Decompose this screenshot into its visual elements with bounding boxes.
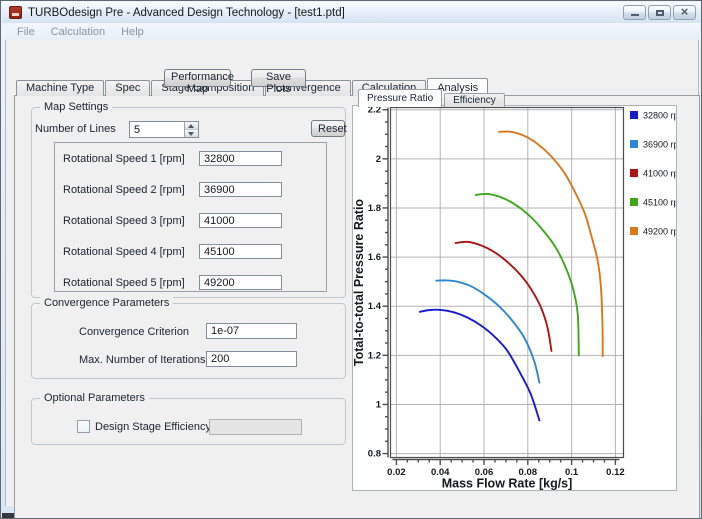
chart-tab-bar: Pressure RatioEfficiency (358, 89, 507, 107)
convergence-criterion-input[interactable] (206, 323, 297, 339)
spin-up-icon (188, 124, 194, 128)
rotational-speed-4-input[interactable] (199, 244, 282, 259)
tab-machine-type[interactable]: Machine Type (16, 80, 104, 96)
minimize-icon (631, 14, 639, 16)
legend-swatch (630, 169, 638, 177)
menu-bar: FileCalculationHelp (5, 23, 699, 40)
rotational-speed-1-label: Rotational Speed 1 [rpm] (63, 153, 185, 165)
x-axis (392, 460, 619, 466)
design-stage-efficiency-input (209, 419, 302, 435)
title-bar: TURBOdesign Pre - Advanced Design Techno… (2, 2, 701, 23)
series-45100-rpm (476, 194, 579, 355)
y-tick-label: 1.8 (368, 203, 381, 214)
plot-frame (391, 108, 624, 458)
tab-spec[interactable]: Spec (105, 80, 150, 96)
performance-chart-panel: 0.811.21.41.61.822.20.020.040.060.080.10… (352, 105, 677, 491)
close-icon (674, 6, 695, 19)
reset-button[interactable]: Reset (311, 120, 345, 137)
rotational-speed-3-input[interactable] (199, 213, 282, 228)
legend-label: 32800 rpm (643, 111, 676, 121)
x-axis-title: Mass Flow Rate [kg/s] (442, 477, 573, 491)
convergence-parameters-title: Convergence Parameters (40, 297, 173, 309)
maximize-icon (656, 10, 664, 16)
performance-map-button[interactable]: Performance Map (164, 69, 231, 87)
rotational-speed-2-input[interactable] (199, 182, 282, 197)
spin-down-button[interactable] (185, 129, 198, 137)
legend-label: 41000 rpm (643, 169, 676, 179)
rotational-speed-4-label: Rotational Speed 4 [rpm] (63, 246, 185, 258)
spin-down-icon (188, 132, 194, 136)
convergence-criterion-label: Convergence Criterion (79, 326, 189, 338)
app-icon (9, 6, 22, 19)
optional-parameters-title: Optional Parameters (40, 392, 149, 404)
number-of-lines-stepper[interactable] (129, 121, 199, 138)
y-tick-label: 1 (376, 399, 382, 410)
performance-chart: 0.811.21.41.61.822.20.020.040.060.080.10… (353, 106, 676, 490)
menu-file[interactable]: File (9, 25, 43, 39)
max-iterations-label: Max. Number of Iterations (79, 354, 206, 366)
number-of-lines-label: Number of Lines (35, 123, 116, 135)
legend-swatch (630, 111, 638, 119)
menu-help[interactable]: Help (113, 25, 152, 39)
rotational-speed-2-label: Rotational Speed 2 [rpm] (63, 184, 185, 196)
menu-calculation[interactable]: Calculation (43, 25, 113, 39)
y-tick-label: 2.2 (368, 106, 381, 116)
design-stage-efficiency-label: Design Stage Efficiency (95, 421, 211, 433)
close-button[interactable] (673, 5, 696, 20)
spinner-buttons (184, 122, 198, 137)
save-plots-button[interactable]: Save Plots (251, 69, 306, 87)
legend-swatch (630, 227, 638, 235)
app-window: TURBOdesign Pre - Advanced Design Techno… (0, 0, 702, 519)
chart-tab-pressure-ratio[interactable]: Pressure Ratio (358, 89, 442, 107)
y-tick-label: 2 (376, 154, 381, 165)
number-of-lines-input[interactable] (130, 122, 184, 137)
chart-tab-efficiency[interactable]: Efficiency (444, 93, 505, 107)
series-41000-rpm (456, 242, 552, 351)
window-title: TURBOdesign Pre - Advanced Design Techno… (28, 7, 345, 19)
legend-label: 36900 rpm (643, 140, 676, 150)
maximize-button[interactable] (648, 5, 671, 20)
chart-legend: 32800 rpm 36900 rpm 41000 rpm 45100 rpm 4920… (630, 111, 676, 237)
y-tick-label: 1.6 (368, 252, 381, 263)
rotational-speed-5-label: Rotational Speed 5 [rpm] (63, 277, 185, 289)
convergence-parameters-group: Convergence Parameters (31, 303, 346, 379)
legend-swatch (630, 198, 638, 206)
series-32800-rpm (420, 310, 540, 421)
rotational-speed-3-label: Rotational Speed 3 [rpm] (63, 215, 185, 227)
window-controls (623, 5, 696, 20)
y-tick-label: 1.4 (368, 301, 382, 312)
legend-label: 49200 rpm (643, 227, 676, 237)
minimize-button[interactable] (623, 5, 646, 20)
y-axis-title: Total-to-total Pressure Ratio (353, 199, 366, 367)
x-tick-label: 0.02 (387, 467, 406, 478)
rotational-speed-1-input[interactable] (199, 151, 282, 166)
y-axis (383, 108, 389, 458)
x-tick-label: 0.12 (606, 467, 625, 478)
legend-label: 45100 rpm (643, 198, 676, 208)
y-tick-label: 0.8 (368, 449, 381, 460)
rotational-speed-5-input[interactable] (199, 275, 282, 290)
legend-swatch (630, 140, 638, 148)
y-tick-label: 1.2 (368, 350, 381, 361)
design-stage-efficiency-checkbox[interactable] (77, 420, 90, 433)
plot-grid (391, 108, 624, 458)
map-settings-title: Map Settings (40, 101, 112, 113)
max-iterations-input[interactable] (206, 351, 297, 367)
spin-up-button[interactable] (185, 122, 198, 129)
